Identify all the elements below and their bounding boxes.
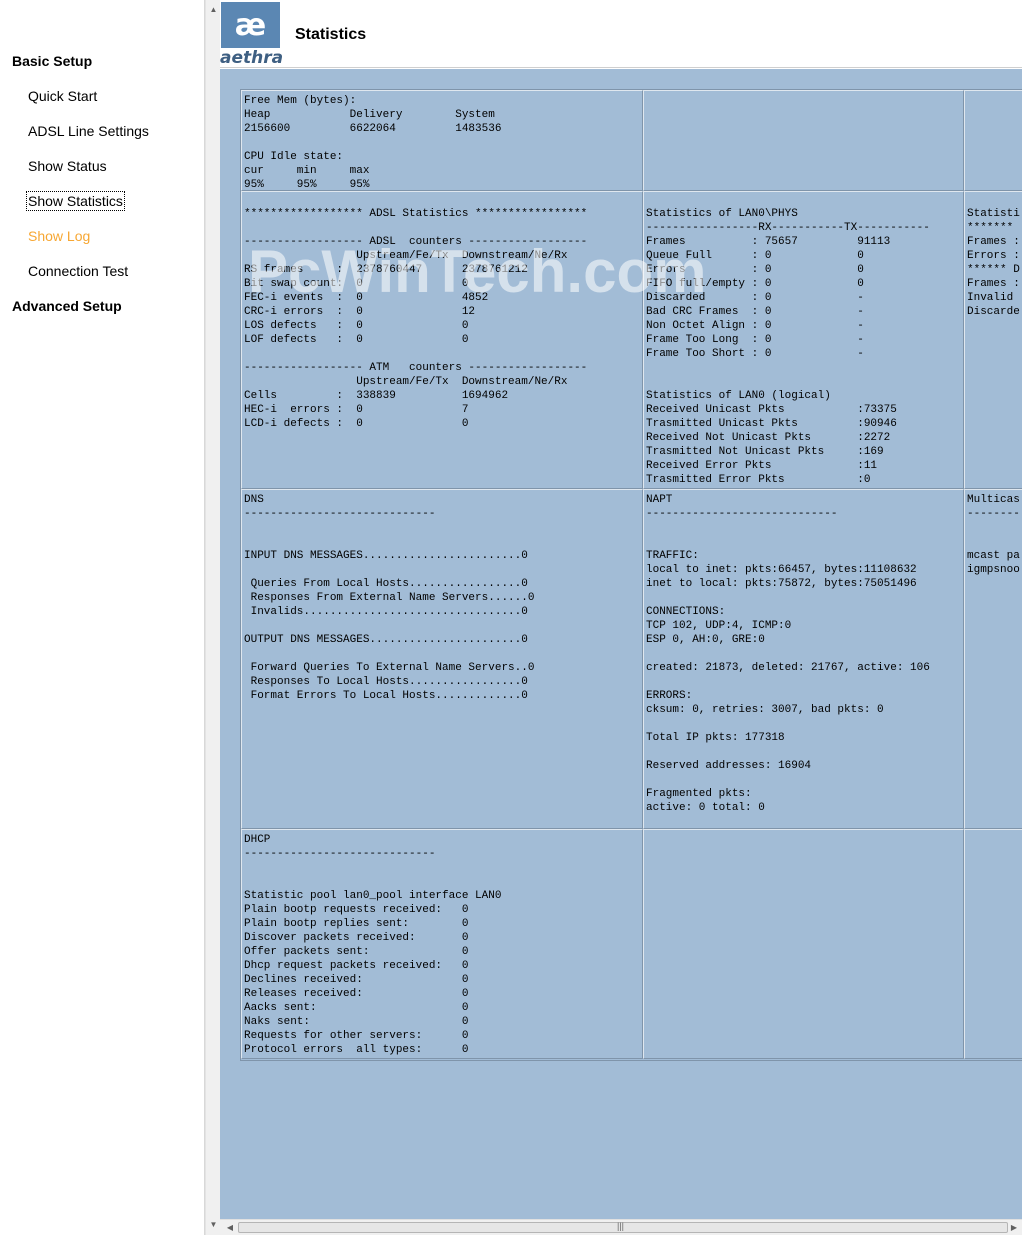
memory-cpu-cell: Free Mem (bytes): Heap Delivery System 2… [241, 90, 643, 191]
navigation-panel: Basic Setup Quick Start ADSL Line Settin… [0, 0, 205, 1235]
multicast-statistics-cell: Multicas -------- mcast pa igmpsnoo [964, 489, 1022, 829]
empty-cell [643, 829, 964, 1059]
wan-statistics-cell: Statisti ******* Frames : Errors : *****… [964, 191, 1022, 489]
adsl-statistics: ****************** ADSL Statistics *****… [244, 208, 588, 430]
nav-item-show-statistics[interactable]: Show Statistics [26, 191, 125, 211]
scroll-up-arrow-icon[interactable]: ▲ [206, 2, 221, 18]
lan-statistics: Statistics of LAN0\PHYS ----------------… [646, 208, 930, 486]
page-title: Statistics [295, 26, 367, 43]
nav-item-quick-start[interactable]: Quick Start [28, 88, 97, 104]
dhcp-statistics: DHCP ----------------------------- Stati… [244, 834, 502, 1056]
napt-statistics: NAPT ----------------------------- TRAFF… [646, 494, 930, 814]
dns-statistics-cell: DNS ----------------------------- INPUT … [241, 489, 643, 829]
adsl-statistics-cell: ****************** ADSL Statistics *****… [241, 191, 643, 489]
napt-statistics-cell: NAPT ----------------------------- TRAFF… [643, 489, 964, 829]
nav-basic-setup[interactable]: Basic Setup [12, 53, 92, 69]
grip-icon: ||| [617, 1221, 625, 1231]
scrollbar-thumb[interactable]: ||| [238, 1221, 1008, 1233]
svg-text:æ: æ [235, 8, 266, 43]
multicast-statistics: Multicas -------- mcast pa igmpsnoo [967, 494, 1020, 576]
dns-statistics: DNS ----------------------------- INPUT … [244, 494, 535, 702]
scroll-right-arrow-icon[interactable]: ▶ [1006, 1220, 1022, 1235]
empty-cell [964, 90, 1022, 191]
scroll-down-arrow-icon[interactable]: ▼ [206, 1217, 221, 1233]
header: æ aethra Statistics [220, 0, 1022, 68]
logo-wordmark: aethra [220, 48, 284, 68]
statistics-content: Free Mem (bytes): Heap Delivery System 2… [220, 69, 1022, 1219]
nav-item-connection-test[interactable]: Connection Test [28, 263, 128, 279]
nav-item-show-log[interactable]: Show Log [28, 228, 90, 244]
logo-ae-icon: æ [235, 8, 266, 43]
aethra-logo: æ [221, 2, 280, 48]
horizontal-scrollbar[interactable]: ◀ ||| ▶ [220, 1219, 1022, 1235]
scroll-left-arrow-icon[interactable]: ◀ [222, 1220, 238, 1235]
memory-cpu-stats: Free Mem (bytes): Heap Delivery System 2… [244, 95, 502, 191]
wan-statistics: Statisti ******* Frames : Errors : *****… [967, 208, 1020, 318]
nav-vertical-scrollbar[interactable]: ▲ ▼ [205, 0, 220, 1235]
nav-item-adsl-line-settings[interactable]: ADSL Line Settings [28, 123, 149, 139]
dhcp-statistics-cell: DHCP ----------------------------- Stati… [241, 829, 643, 1059]
lan-statistics-cell: Statistics of LAN0\PHYS ----------------… [643, 191, 964, 489]
nav-advanced-setup[interactable]: Advanced Setup [12, 298, 122, 314]
nav-item-show-status[interactable]: Show Status [28, 158, 107, 174]
empty-cell [964, 829, 1022, 1059]
empty-cell [643, 90, 964, 191]
